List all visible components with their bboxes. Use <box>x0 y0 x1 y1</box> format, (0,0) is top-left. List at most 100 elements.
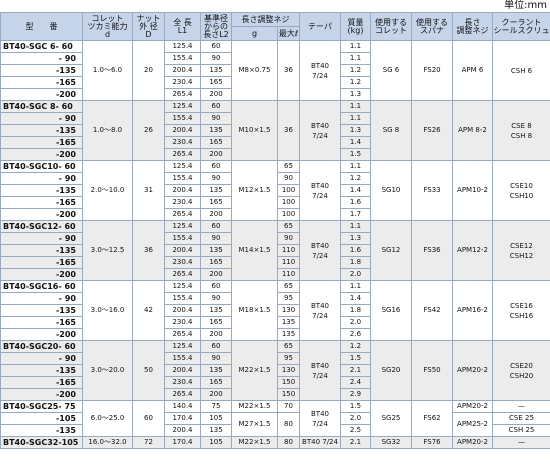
l1-cell: 230.4 <box>164 196 201 209</box>
mass-cell: 1.1 <box>340 40 371 53</box>
taper-cell: BT40 7/24 <box>299 220 341 281</box>
nut-cell: 60 <box>132 400 165 437</box>
spanner-cell: FS36 <box>411 220 453 281</box>
l2-cell: 90 <box>200 52 232 65</box>
model-cell: - 90 <box>0 232 83 245</box>
lmax-cell: 80 <box>277 436 300 449</box>
spanner-cell: FS42 <box>411 280 453 341</box>
l2-cell: 165 <box>200 316 232 329</box>
mass-cell: 1.4 <box>340 184 371 197</box>
collet-cell: SG25 <box>370 400 412 437</box>
mass-cell: 1.2 <box>340 172 371 185</box>
spanner-cell: FS26 <box>411 100 453 161</box>
l1-cell: 230.4 <box>164 316 201 329</box>
model-cell: BT40-SGC12- 60 <box>0 220 83 233</box>
mass-cell: 1.1 <box>340 160 371 173</box>
l1-cell: 230.4 <box>164 376 201 389</box>
spanner-cell: FS20 <box>411 40 453 101</box>
g-cell: M22×1.5 <box>231 340 278 401</box>
l1-cell: 265.4 <box>164 268 201 281</box>
l1-cell: 170.4 <box>164 412 201 425</box>
l2-cell: 200 <box>200 328 232 341</box>
lmax-cell: 65 <box>277 160 300 173</box>
model-cell: -165 <box>0 196 83 209</box>
header-model: 型 番 <box>0 12 83 41</box>
lmax-cell: 100 <box>277 208 300 221</box>
l2-cell: 200 <box>200 88 232 101</box>
table-row: BT40-SGC10- 60 2.0〜10.0 31 125.4 60 M12×1.5 65… <box>0 160 550 221</box>
model-cell: -165 <box>0 256 83 269</box>
taper-cell: BT40 7/24 <box>299 436 341 449</box>
mass-cell: 1.8 <box>340 256 371 269</box>
lmax-cell: 150 <box>277 376 300 389</box>
l1-cell: 230.4 <box>164 256 201 269</box>
l1-cell: 155.4 <box>164 172 201 185</box>
model-cell: -135 <box>0 244 83 257</box>
nut-cell: 26 <box>132 100 165 161</box>
model-cell: -135 <box>0 364 83 377</box>
adj-cell: APM10-2 <box>452 160 493 221</box>
g-cell: M27×1.5 <box>231 412 278 437</box>
l2-cell: 165 <box>200 196 232 209</box>
lmax-cell: 95 <box>277 352 300 365</box>
l1-cell: 155.4 <box>164 112 201 125</box>
mass-cell: 2.0 <box>340 268 371 281</box>
g-cell: M8×0.75 <box>231 40 278 101</box>
capacity-cell: 1.0〜6.0 <box>82 40 133 101</box>
l2-cell: 90 <box>200 232 232 245</box>
mass-cell: 1.2 <box>340 64 371 77</box>
mass-cell: 1.1 <box>340 220 371 233</box>
unit-label: 単位:mm <box>504 0 547 11</box>
l2-cell: 105 <box>200 436 232 449</box>
model-cell: - 90 <box>0 292 83 305</box>
taper-cell: BT40 7/24 <box>299 340 341 401</box>
l1-cell: 265.4 <box>164 148 201 161</box>
spec-table: 型 番 コレット ツカミ能力 d ナット外 径D 全 長 L1 基準径 からの 長さL2 … <box>0 12 550 449</box>
mass-cell: 1.7 <box>340 208 371 221</box>
l2-cell: 90 <box>200 172 232 185</box>
l1-cell: 155.4 <box>164 292 201 305</box>
mass-cell: 1.3 <box>340 232 371 245</box>
coolant-cell: CSE20 CSH20 <box>492 340 550 401</box>
model-cell: BT40-SGC 6- 60 <box>0 40 83 53</box>
l2-cell: 135 <box>200 364 232 377</box>
lmax-cell: 90 <box>277 172 300 185</box>
l2-cell: 60 <box>200 160 232 173</box>
table-header: 型 番 コレット ツカミ能力 d ナット外 径D 全 長 L1 基準径 からの 長さL2 … <box>0 12 550 41</box>
table-row: BT40-SGC 8- 60 1.0〜8.0 26 125.4 60 M10×1.5 36 B… <box>0 100 550 161</box>
l1-cell: 230.4 <box>164 136 201 149</box>
l2-cell: 60 <box>200 340 232 353</box>
l2-cell: 90 <box>200 352 232 365</box>
model-cell: -165 <box>0 316 83 329</box>
l2-cell: 135 <box>200 304 232 317</box>
coolant-cell: CSE 8 CSH 8 <box>492 100 550 161</box>
adj-cell: APM 6 <box>452 40 493 101</box>
l2-cell: 60 <box>200 220 232 233</box>
spanner-cell: FS50 <box>411 340 453 401</box>
adj-cell: APM20-2 <box>452 436 493 449</box>
l2-cell: 200 <box>200 268 232 281</box>
lmax-cell: 90 <box>277 232 300 245</box>
coolant-cell: CSE 25 <box>492 412 550 425</box>
spanner-cell: FS33 <box>411 160 453 221</box>
nut-cell: 50 <box>132 340 165 401</box>
l2-cell: 90 <box>200 112 232 125</box>
lmax-cell: 110 <box>277 256 300 269</box>
lmax-cell: 95 <box>277 292 300 305</box>
collet-cell: SG10 <box>370 160 412 221</box>
model-cell: -135 <box>0 184 83 197</box>
coolant-cell: CSH 25 <box>492 424 550 437</box>
lmax-cell: 110 <box>277 244 300 257</box>
header-length-adj: 長さ 調整ネジ <box>452 12 493 41</box>
model-cell: -200 <box>0 268 83 281</box>
mass-cell: 1.1 <box>340 280 371 293</box>
l1-cell: 155.4 <box>164 232 201 245</box>
lmax-cell: 100 <box>277 184 300 197</box>
header-nut-od: ナット外 径D <box>132 12 165 41</box>
model-cell: -165 <box>0 136 83 149</box>
model-cell: BT40-SGC 8- 60 <box>0 100 83 113</box>
model-cell: BT40-SGC25- 75 <box>0 400 83 413</box>
model-cell: -165 <box>0 376 83 389</box>
taper-cell: BT40 7/24 <box>299 400 341 437</box>
model-cell: -135 <box>0 424 83 437</box>
